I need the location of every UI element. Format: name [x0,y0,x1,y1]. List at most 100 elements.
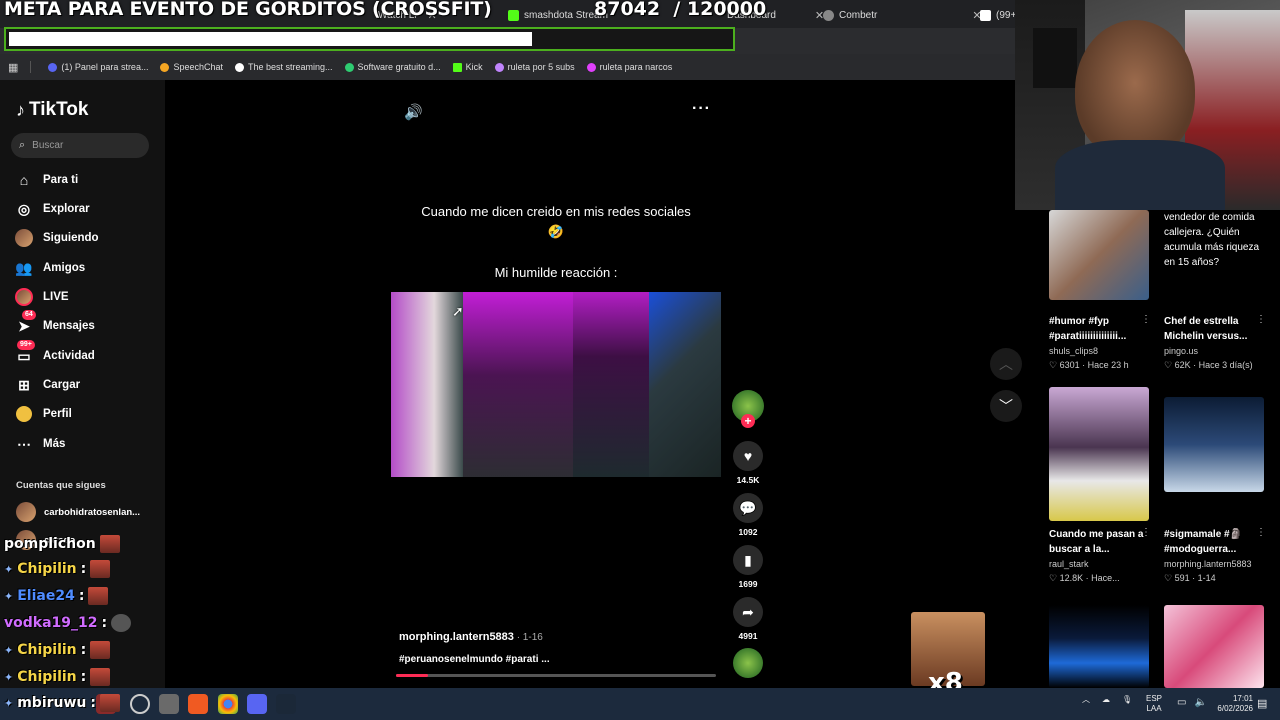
video-seek-bar[interactable] [396,674,716,677]
nav-activity[interactable]: ▭ 99+ Actividad [15,340,95,365]
card-more-icon[interactable]: ⋮ [1141,527,1151,538]
bookmark[interactable]: ruleta para narcos [586,62,672,72]
share-count: 4991 [738,631,758,641]
video-hashtags[interactable]: #peruanosenelmundo #parati ... [399,654,550,665]
goal-title: META PARA EVENTO DE GORDITOS (CROSSFIT) [4,0,492,20]
mouse-cursor: ➚ [452,303,464,319]
share-icon: ➦ [733,597,763,627]
bookmark[interactable]: SpeechChat [160,62,223,72]
kick-icon [508,9,519,21]
taskbar-app-icon[interactable] [159,694,179,714]
language-indicator[interactable]: ESP LAA [1146,694,1162,714]
discord-icon[interactable] [247,694,267,714]
goal-progress-fill [9,32,532,46]
chevron-up-icon: ︿ [999,356,1013,372]
card-meta: ♡ 591 · 1-14 [1164,573,1216,583]
tiktok-icon [980,9,991,21]
next-video-button[interactable]: ﹀ [990,390,1022,422]
card-more-icon[interactable]: ⋮ [1256,314,1266,325]
like-button[interactable]: ♥ 14.5K [730,441,766,485]
tiktok-logo[interactable]: ♪ TikTok [16,99,88,121]
heart-outline-icon: ♡ [1164,360,1173,370]
brave-icon[interactable] [188,694,208,714]
like-count: 14.5K [736,475,760,485]
nav-profile[interactable]: Perfil [15,405,72,423]
nav-upload[interactable]: ⊞ Cargar [15,376,80,394]
nav-for-you[interactable]: ⌂ Para ti [15,171,78,189]
browser-tab[interactable]: (99+ [980,4,1016,26]
video-thumbnail[interactable] [1049,605,1149,688]
steam-icon[interactable] [276,694,296,714]
video-thumbnail[interactable] [1164,397,1264,492]
video-frame[interactable] [391,292,721,477]
bookmark[interactable]: Software gratuito d... [344,62,441,72]
chrome-icon[interactable] [218,694,238,714]
goal-current: 87042 [594,0,661,20]
heart-outline-icon: ♡ [1049,360,1058,370]
chat-emote [90,560,111,578]
friends-icon: 👥 [15,259,33,276]
home-icon: ⌂ [19,172,29,188]
following-account[interactable]: carbohidratosenlan... [16,502,140,522]
messages-badge: 64 [22,310,36,320]
follow-plus-icon[interactable]: + [741,414,755,428]
bookmarks-bar: ▦ (1) Panel para strea... SpeechChat The… [0,54,1015,80]
chat-message: vodka19_12: [4,614,132,632]
bookmark[interactable]: (1) Panel para strea... [48,62,148,72]
bookmark[interactable]: Kick [452,62,483,72]
sub-badge-icon: ✦ [4,562,14,576]
chat-message: ✦ Eliae24: [4,587,109,605]
nav-live[interactable]: LIVE [15,288,69,306]
previous-video-button[interactable]: ︿ [990,348,1022,380]
bookmark[interactable]: ruleta por 5 subs [494,62,575,72]
volume-icon[interactable]: 🔊 [404,103,423,121]
card-user[interactable]: raul_stark [1049,559,1089,569]
chevron-up-icon[interactable]: ︿ [1082,694,1090,705]
following-accounts-title: Cuentas que sigues [16,480,106,491]
clock[interactable]: 17:01 6/02/2026 [1205,694,1253,714]
card-user[interactable]: pingo.us [1164,346,1198,356]
browser-tab[interactable]: Combetr ✕ [823,4,982,26]
browser-tab[interactable]: smashdota Stream [508,4,608,26]
nav-messages[interactable]: ➤ 64 Mensajes [15,310,95,335]
chat-emote [100,694,121,712]
card-more-icon[interactable]: ⋮ [1256,527,1266,538]
webcam-feed [1015,0,1280,210]
card-user[interactable]: morphing.lantern5883 [1164,559,1252,569]
network-icon[interactable]: ▭ [1177,697,1186,708]
goal-target: / 120000 [673,0,767,20]
bookmark[interactable]: The best streaming... [235,62,333,72]
chevron-down-icon: ﹀ [999,398,1013,414]
comment-button[interactable]: 💬 1092 [730,493,766,537]
goal-progress-bar [4,27,735,51]
software-icon [344,62,354,72]
video-thumbnail[interactable] [1164,605,1264,688]
nav-friends[interactable]: 👥 Amigos [15,259,85,277]
share-button[interactable]: ➦ 4991 [730,597,766,641]
card-user[interactable]: shuls_clips8 [1049,346,1098,356]
chat-emote [90,641,111,659]
card-more-icon[interactable]: ⋮ [1141,314,1151,325]
compass-icon: ◎ [17,200,31,217]
video-thumbnail[interactable] [1049,210,1149,300]
video-thumbnail[interactable] [1049,387,1149,521]
cloud-icon[interactable]: ☁ [1102,695,1110,704]
nav-explore[interactable]: ◎ Explorar [15,200,90,218]
music-disc-icon[interactable] [733,648,763,678]
more-options-icon[interactable]: ··· [692,100,711,118]
search-input[interactable]: ⌕ Buscar [11,133,149,158]
card-meta: ♡ 12.8K · Hace... [1049,573,1120,583]
live-icon [15,288,33,306]
obs-icon[interactable] [130,694,150,714]
microphone-icon[interactable]: 🎙 [1122,695,1132,704]
nav-following[interactable]: Siguiendo [15,229,99,247]
notification-icon[interactable]: ▤ [1257,697,1267,710]
nav-more[interactable]: ⋯ Más [15,435,65,453]
apps-grid-icon[interactable]: ▦ [8,61,18,74]
streaming-icon [235,62,244,72]
video-author[interactable]: morphing.lantern5883 · 1-16 [399,631,543,643]
more-icon: ⋯ [17,435,31,452]
heart-outline-icon: ♡ [1049,573,1058,583]
chat-message: ✦ mbiruwu: [4,694,121,712]
save-button[interactable]: ▮ 1699 [730,545,766,589]
